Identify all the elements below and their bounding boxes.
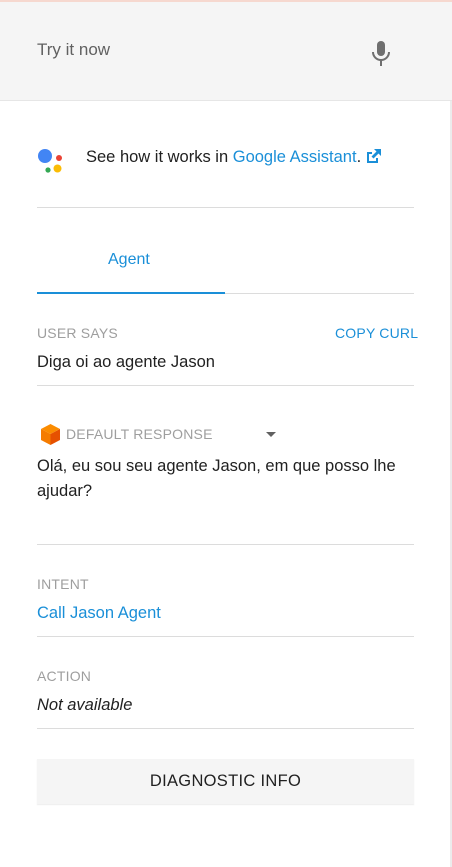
google-assistant-link[interactable]: Google Assistant: [233, 148, 357, 166]
diagnostic-info-button[interactable]: DIAGNOSTIC INFO: [37, 759, 414, 804]
google-assistant-row: See how it works in Google Assistant.: [37, 143, 417, 175]
intent-label: INTENT: [37, 576, 89, 592]
action-label: ACTION: [37, 668, 92, 684]
divider: [37, 636, 414, 637]
copy-curl-button[interactable]: COPY CURL: [335, 325, 418, 341]
assistant-suffix: .: [356, 148, 362, 166]
default-response-label: DEFAULT RESPONSE: [66, 426, 213, 442]
response-cube-icon: [41, 424, 60, 445]
action-value: Not available: [37, 696, 133, 714]
try-it-bar: [0, 2, 452, 101]
chevron-down-icon[interactable]: [265, 431, 277, 438]
google-assistant-text: See how it works in Google Assistant.: [86, 148, 382, 167]
user-says-value: Diga oi ao agente Jason: [37, 353, 215, 371]
user-says-label: USER SAYS: [37, 325, 118, 341]
intent-link[interactable]: Call Jason Agent: [37, 604, 161, 623]
divider: [37, 385, 414, 386]
tab-agent-label: Agent: [108, 251, 150, 268]
try-it-input[interactable]: [37, 40, 357, 60]
tab-agent[interactable]: Agent: [37, 245, 225, 293]
divider: [37, 728, 414, 729]
assistant-prefix: See how it works in: [86, 148, 233, 166]
divider: [37, 544, 414, 545]
divider: [37, 207, 414, 208]
google-assistant-logo: [38, 149, 62, 173]
default-response-text: Olá, eu sou seu agente Jason, em que pos…: [37, 457, 396, 500]
active-tab-indicator: [37, 292, 225, 294]
external-link-icon[interactable]: [365, 148, 382, 164]
microphone-icon[interactable]: [370, 40, 392, 68]
